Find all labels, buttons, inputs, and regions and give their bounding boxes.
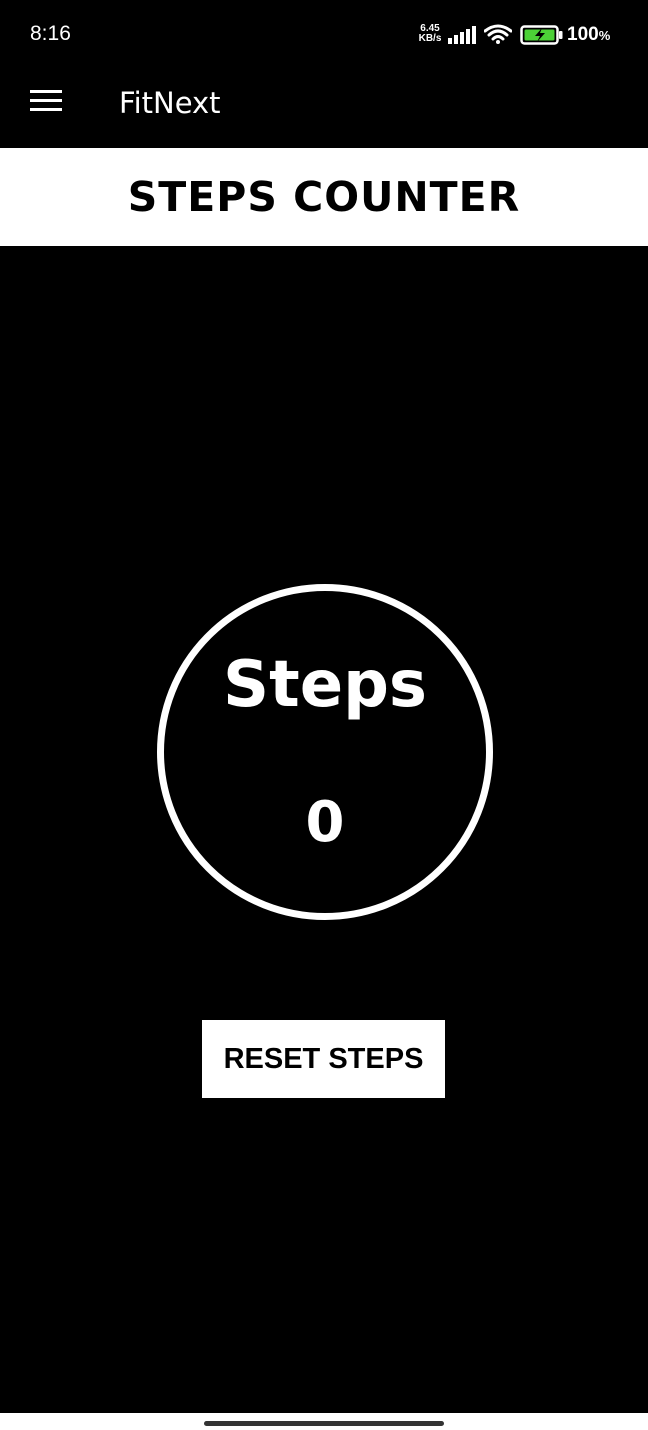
battery-charging-icon — [520, 25, 563, 45]
status-time: 8:16 — [30, 22, 71, 45]
page-title: STEPS COUNTER — [127, 173, 521, 221]
hamburger-menu-icon[interactable] — [30, 90, 62, 114]
battery-unit: % — [598, 28, 611, 43]
battery-value: 100 — [567, 24, 599, 45]
steps-label: Steps — [223, 648, 427, 722]
home-indicator[interactable] — [204, 1421, 444, 1426]
signal-icon — [448, 26, 476, 44]
header-banner: STEPS COUNTER — [0, 148, 648, 246]
network-speed: 6.45 KB/s — [416, 24, 444, 44]
network-speed-unit: KB/s — [418, 33, 442, 44]
reset-steps-button[interactable]: RESET STEPS — [202, 1020, 445, 1098]
steps-counter-circle: Steps 0 — [157, 584, 493, 920]
status-bar: 8:16 6.45 KB/s 100% — [0, 0, 648, 70]
app-bar: FitNext — [0, 70, 648, 148]
menu-line — [30, 99, 62, 102]
menu-line — [30, 108, 62, 111]
app-title: FitNext — [119, 86, 221, 120]
menu-line — [30, 90, 62, 93]
battery-percentage: 100% — [567, 24, 610, 46]
wifi-icon — [484, 24, 512, 44]
steps-count-value: 0 — [305, 790, 345, 855]
navigation-bar — [0, 1413, 648, 1430]
